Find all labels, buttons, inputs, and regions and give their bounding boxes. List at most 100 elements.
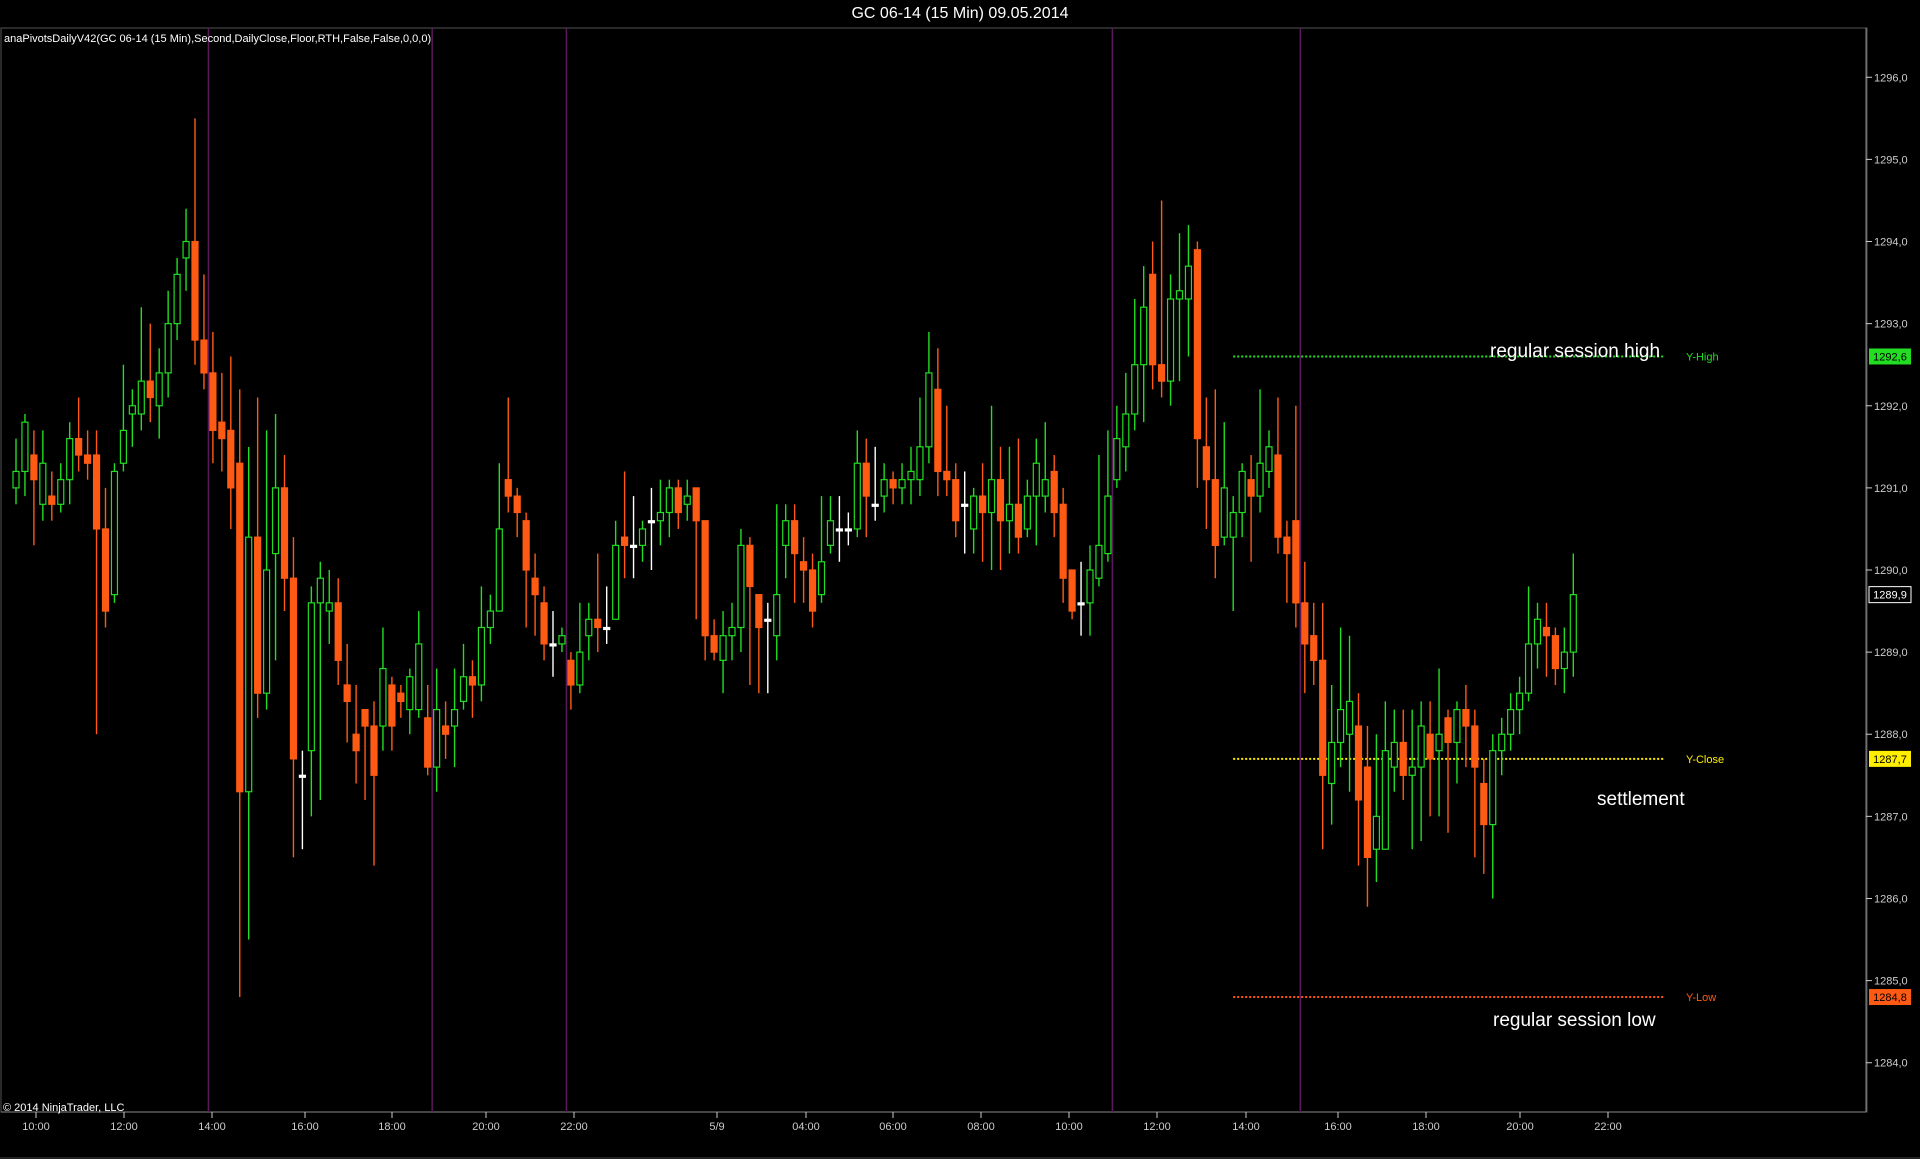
candle-body [746, 544, 754, 588]
candle [30, 430, 38, 546]
y-tick-label: 1285,0 [1874, 976, 1908, 988]
candle-body [1453, 709, 1461, 744]
x-tick-label: 22:00 [1594, 1121, 1622, 1133]
candle [191, 118, 199, 365]
candle-body [737, 544, 745, 629]
x-tick-label: 10:00 [22, 1121, 50, 1133]
candle [1229, 496, 1237, 612]
candle-body [57, 479, 65, 505]
candle [889, 471, 897, 505]
candle [1399, 709, 1407, 800]
candle [1220, 422, 1228, 546]
candle-body [1381, 750, 1389, 850]
candle [504, 397, 512, 513]
candle [1462, 684, 1470, 768]
candle [1310, 602, 1318, 685]
candle [1426, 701, 1434, 817]
candle-body [1569, 594, 1577, 653]
candle [1319, 602, 1327, 850]
candle [486, 594, 494, 644]
candle-body [1319, 659, 1327, 776]
candle [737, 528, 745, 653]
candle-body [603, 626, 611, 631]
candle [1005, 446, 1014, 554]
candle [1023, 479, 1031, 538]
candle [934, 348, 942, 497]
candle [442, 701, 450, 759]
x-tick-label: 12:00 [110, 1121, 138, 1133]
candle [620, 471, 629, 579]
candle-body [1551, 635, 1560, 670]
x-tick-label: 20:00 [1506, 1121, 1534, 1133]
candle [1363, 726, 1372, 907]
candle [271, 413, 280, 661]
candle-body [30, 454, 38, 481]
x-tick-label: 20:00 [472, 1121, 500, 1133]
candle-body [227, 429, 235, 489]
pivot-levels: Y-High Y-Close Y-Low [1233, 351, 1724, 1004]
candle-body [21, 421, 29, 473]
candle-body [173, 273, 181, 325]
candle-body [978, 495, 987, 514]
candle [1068, 569, 1076, 620]
candle-body [567, 659, 575, 686]
x-tick-label: 22:00 [560, 1121, 588, 1133]
candle-body [424, 717, 432, 768]
candle-body [871, 503, 879, 507]
candle [57, 463, 65, 513]
y-tick-label: 1287,0 [1874, 811, 1908, 823]
candle [978, 463, 987, 562]
candle-body [907, 470, 915, 481]
candle [75, 397, 83, 472]
candle [450, 668, 459, 768]
y-tick-label: 1284,0 [1874, 1058, 1908, 1070]
candle-body [459, 676, 468, 702]
price-chart[interactable]: Y-HighY-CloseY-Low 1284,01285,01286,0128… [0, 0, 1920, 1159]
candle-body [647, 520, 656, 524]
candle-body [889, 479, 897, 489]
candle-body [316, 577, 324, 604]
candle-body [728, 626, 736, 637]
candle-body [1220, 487, 1228, 538]
candle-body [48, 495, 56, 505]
candle [1086, 545, 1094, 636]
plot-frame [0, 27, 1868, 1113]
candle [39, 430, 47, 521]
candle-body [1471, 725, 1479, 768]
annotation-session-high: regular session high [1490, 341, 1660, 362]
candle-body [1202, 446, 1210, 481]
candle-body [83, 454, 92, 464]
candle [48, 471, 56, 521]
candle-body [1328, 741, 1336, 785]
candle-body [1059, 503, 1067, 579]
candle [12, 438, 20, 505]
candle-body [254, 536, 262, 694]
candle-body [531, 577, 539, 596]
candle-body [343, 684, 351, 702]
annotation-session-low: regular session low [1493, 1010, 1656, 1031]
candle-body [1524, 643, 1533, 694]
candle-body [1283, 536, 1291, 555]
candle-body [289, 577, 298, 760]
candle [415, 611, 423, 718]
candle [1059, 487, 1067, 603]
candle-body [92, 454, 101, 530]
candle-body [334, 602, 342, 661]
candle [254, 397, 262, 718]
candle-body [1211, 479, 1219, 546]
x-tick-label: 04:00 [792, 1121, 820, 1133]
candle-body [1560, 651, 1568, 670]
candle [674, 479, 682, 529]
candle-body [146, 380, 154, 399]
x-tick-label: 06:00 [879, 1121, 907, 1133]
candle-body [155, 372, 163, 407]
candle-body [791, 520, 799, 555]
candle-body [1166, 298, 1175, 382]
candle-body [576, 651, 584, 686]
candle-body [307, 602, 315, 752]
candle-body [835, 528, 844, 532]
candle [1211, 389, 1219, 579]
candle [683, 479, 691, 521]
candle-body [755, 594, 763, 629]
candle-body [209, 372, 217, 431]
